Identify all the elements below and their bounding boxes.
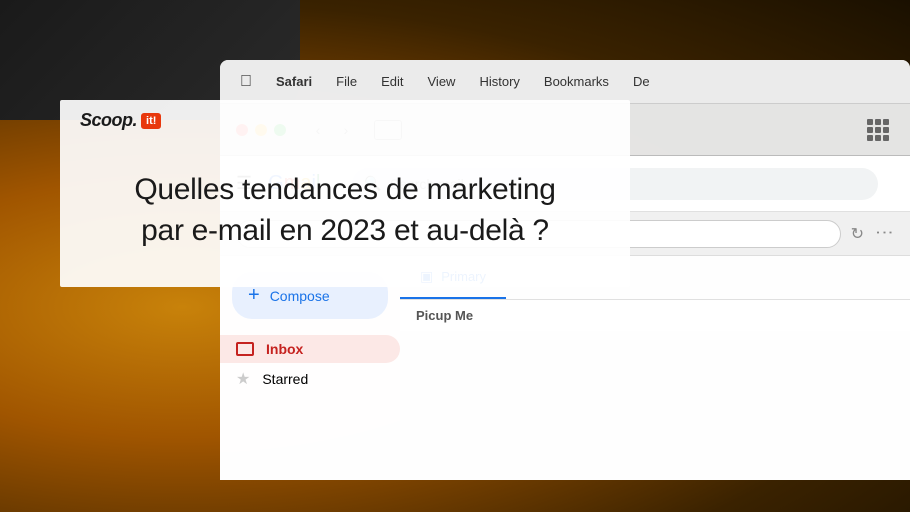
article-title: Quelles tendances de marketing par e-mai… — [100, 170, 590, 251]
menu-file[interactable]: File — [336, 74, 357, 89]
scoop-text: Scoop. — [80, 110, 137, 131]
menu-history[interactable]: History — [479, 74, 519, 89]
menu-safari[interactable]: Safari — [276, 74, 312, 89]
inbox-label: Inbox — [266, 341, 303, 357]
compose-label: Compose — [270, 288, 330, 304]
menu-view[interactable]: View — [428, 74, 456, 89]
gmail-sidebar: + Compose Inbox ★ Starred — [220, 256, 400, 480]
article-title-line2: par e-mail en 2023 et au-delà ? — [141, 214, 549, 247]
star-icon: ★ — [236, 369, 250, 389]
email-item[interactable]: Picup Me — [400, 300, 910, 331]
scooplt-logo: Scoop. it! — [80, 110, 161, 131]
sidebar-item-starred[interactable]: ★ Starred — [220, 363, 400, 395]
grid-icon[interactable] — [862, 114, 894, 146]
starred-label: Starred — [262, 371, 308, 387]
reload-icon[interactable]: ↻ — [851, 224, 864, 244]
email-list: ▣ Primary Picup Me — [400, 256, 910, 480]
compose-plus-icon: + — [248, 284, 260, 307]
more-options-icon[interactable]: ⋮ — [874, 224, 895, 244]
sidebar-item-inbox[interactable]: Inbox — [220, 335, 400, 363]
inbox-icon — [236, 342, 254, 356]
macos-menu-bar:  Safari File Edit View History Bookmark… — [220, 60, 910, 104]
gmail-body: + Compose Inbox ★ Starred ▣ Primary — [220, 256, 910, 480]
article-title-line1: Quelles tendances de marketing — [134, 173, 555, 206]
menu-bookmarks[interactable]: Bookmarks — [544, 74, 609, 89]
apple-menu[interactable]:  — [240, 73, 252, 91]
email-sender: Picup Me — [416, 308, 473, 323]
menu-develop[interactable]: De — [633, 74, 650, 89]
scoop-it-badge: it! — [141, 113, 161, 129]
menu-edit[interactable]: Edit — [381, 74, 403, 89]
